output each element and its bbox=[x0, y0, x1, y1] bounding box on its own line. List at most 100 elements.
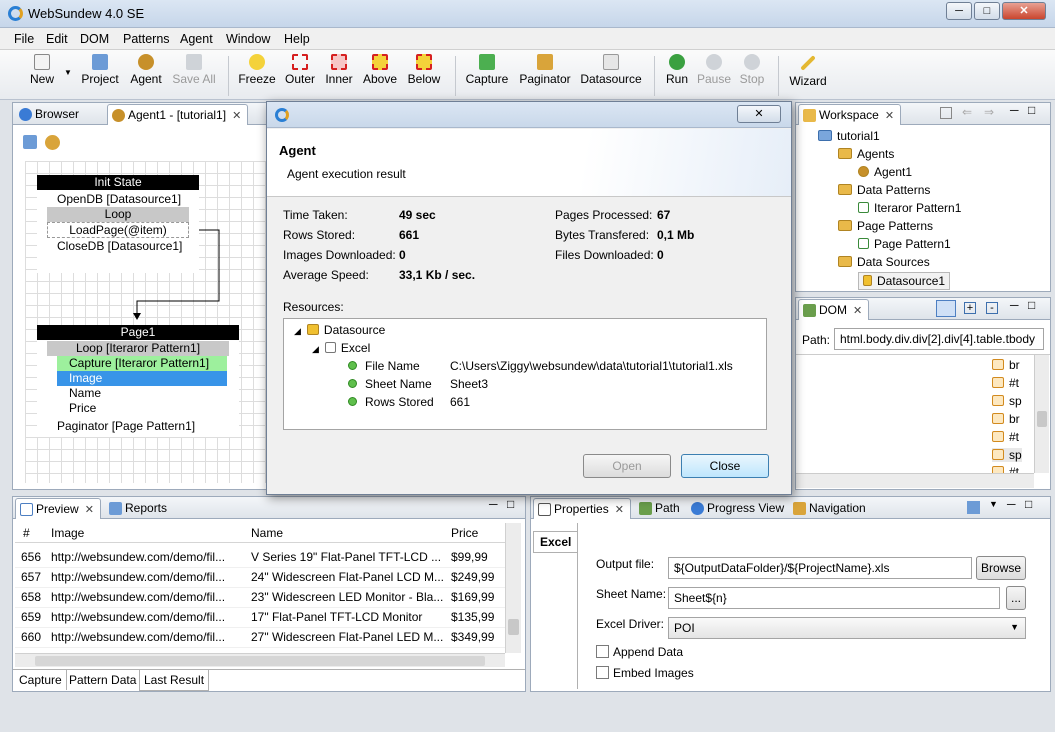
minimize-button[interactable]: ─ bbox=[946, 2, 972, 20]
outer-button[interactable]: Outer bbox=[284, 54, 316, 86]
tree-item-page-pattern1[interactable]: Page Pattern1 bbox=[858, 237, 951, 251]
close-tab-icon[interactable]: ✕ bbox=[853, 305, 862, 317]
tab-navigation[interactable]: Navigation bbox=[789, 498, 872, 519]
menu-dom[interactable]: DOM bbox=[80, 32, 109, 46]
tab-preview[interactable]: Preview ✕ bbox=[15, 498, 101, 519]
resource-datasource[interactable]: ◢ Datasource bbox=[294, 323, 385, 337]
dom-node[interactable]: sp bbox=[992, 448, 1022, 462]
maximize-view-icon[interactable]: □ bbox=[1028, 103, 1035, 117]
tree-item-agent1[interactable]: Agent1 bbox=[858, 165, 912, 179]
close-tab-icon[interactable]: ✕ bbox=[885, 110, 894, 122]
table-row[interactable]: 657 http://websundew.com/demo/fil... 24" W… bbox=[15, 567, 505, 588]
loop-iterator-step[interactable]: Loop [Iteraror Pattern1] bbox=[47, 341, 229, 356]
resource-property[interactable]: File Name bbox=[348, 359, 420, 373]
minimize-view-icon[interactable]: ─ bbox=[1007, 497, 1016, 511]
tab-dom[interactable]: DOM ✕ bbox=[798, 299, 870, 320]
menu-patterns[interactable]: Patterns bbox=[123, 32, 170, 46]
home-icon[interactable] bbox=[940, 107, 952, 119]
embed-images-checkbox[interactable]: Embed Images bbox=[596, 666, 694, 680]
excel-side-tab[interactable]: Excel bbox=[533, 531, 577, 553]
col-header-image[interactable]: Image bbox=[51, 526, 84, 540]
path-field[interactable]: html.body.div.div[2].div[4].table.tbody bbox=[834, 328, 1044, 350]
datasource-button[interactable]: Datasource bbox=[580, 54, 642, 86]
tab-agent1[interactable]: Agent1 - [tutorial1] ✕ bbox=[107, 104, 249, 125]
minimize-view-icon[interactable]: ─ bbox=[489, 497, 498, 511]
resource-property[interactable]: Rows Stored bbox=[348, 395, 434, 409]
maximize-view-icon[interactable]: □ bbox=[1025, 497, 1032, 511]
tree-project-tutorial1[interactable]: tutorial1 bbox=[818, 129, 880, 143]
dom-node[interactable]: #t bbox=[992, 430, 1019, 444]
dialog-close-button[interactable]: ✕ bbox=[737, 105, 781, 123]
price-field[interactable]: Price bbox=[69, 401, 96, 415]
capture-iterator-step[interactable]: Capture [Iteraror Pattern1] bbox=[57, 356, 227, 371]
tab-properties[interactable]: Properties ✕ bbox=[533, 498, 631, 519]
capture-button[interactable]: Capture bbox=[465, 54, 509, 86]
above-button[interactable]: Above bbox=[362, 54, 398, 86]
view-menu-icon[interactable]: ▼ bbox=[989, 499, 998, 509]
tree-item-datasource1[interactable]: Datasource1 bbox=[858, 272, 951, 290]
wizard-button[interactable]: Wizard bbox=[788, 54, 828, 88]
tree-folder-agents[interactable]: Agents bbox=[838, 147, 894, 161]
resource-excel[interactable]: ◢ Excel bbox=[312, 341, 370, 355]
table-row[interactable]: 660 http://websundew.com/demo/fil... 27" W… bbox=[15, 627, 505, 648]
maximize-view-icon[interactable]: □ bbox=[507, 497, 514, 511]
menu-help[interactable]: Help bbox=[284, 32, 310, 46]
close-tab-icon[interactable]: ✕ bbox=[615, 504, 624, 516]
pause-button[interactable]: Pause bbox=[696, 54, 732, 86]
settings-gears-icon[interactable] bbox=[45, 135, 60, 150]
tab-reports[interactable]: Reports bbox=[105, 498, 173, 519]
tree-item-iterator-pattern1[interactable]: Iteraror Pattern1 bbox=[858, 201, 961, 215]
image-field[interactable]: Image bbox=[57, 371, 227, 386]
page1-node[interactable]: Page1 Loop [Iteraror Pattern1] Capture [… bbox=[37, 325, 239, 437]
col-header-number[interactable]: # bbox=[23, 526, 30, 540]
back-arrow-icon[interactable]: ⇐ bbox=[962, 105, 972, 119]
close-tab-icon[interactable]: ✕ bbox=[232, 110, 241, 122]
save-all-button[interactable]: Save All bbox=[172, 54, 216, 86]
menu-agent[interactable]: Agent bbox=[180, 32, 213, 46]
close-button[interactable]: Close bbox=[681, 454, 769, 478]
sheet-name-more-button[interactable]: ... bbox=[1006, 586, 1026, 610]
dom-horizontal-scrollbar[interactable] bbox=[796, 473, 1034, 488]
dom-node[interactable]: sp bbox=[992, 394, 1022, 408]
tab-path[interactable]: Path bbox=[635, 498, 686, 519]
tab-last-result[interactable]: Last Result bbox=[139, 670, 210, 691]
excel-driver-select[interactable]: POI ▼ bbox=[668, 617, 1026, 639]
expand-all-icon[interactable]: + bbox=[964, 302, 976, 314]
open-button[interactable]: Open bbox=[583, 454, 671, 478]
highlight-icon[interactable] bbox=[936, 300, 956, 317]
menu-file[interactable]: File bbox=[14, 32, 34, 46]
export-icon[interactable] bbox=[967, 501, 980, 514]
export-icon[interactable] bbox=[23, 135, 37, 149]
minimize-view-icon[interactable]: ─ bbox=[1010, 298, 1019, 312]
minimize-view-icon[interactable]: ─ bbox=[1010, 103, 1019, 117]
dom-node[interactable]: br bbox=[992, 358, 1020, 372]
collapse-all-icon[interactable]: - bbox=[986, 302, 998, 314]
below-button[interactable]: Below bbox=[406, 54, 442, 86]
table-row[interactable]: 656 http://websundew.com/demo/fil... V Ser… bbox=[15, 547, 505, 568]
resource-property[interactable]: Sheet Name bbox=[348, 377, 432, 391]
tree-folder-page-patterns[interactable]: Page Patterns bbox=[838, 219, 933, 233]
col-header-name[interactable]: Name bbox=[251, 526, 283, 540]
tab-pattern-data[interactable]: Pattern Data bbox=[65, 670, 142, 690]
agent-button[interactable]: Agent bbox=[128, 54, 164, 86]
menu-window[interactable]: Window bbox=[226, 32, 270, 46]
dom-node[interactable]: br bbox=[992, 412, 1020, 426]
stop-button[interactable]: Stop bbox=[738, 54, 766, 86]
table-row[interactable]: 659 http://websundew.com/demo/fil... 17" F… bbox=[15, 607, 505, 628]
inner-button[interactable]: Inner bbox=[323, 54, 355, 86]
tree-folder-data-patterns[interactable]: Data Patterns bbox=[838, 183, 930, 197]
new-button[interactable]: New bbox=[28, 54, 56, 86]
freeze-button[interactable]: Freeze bbox=[238, 54, 276, 86]
tab-workspace[interactable]: Workspace ✕ bbox=[798, 104, 902, 125]
table-vertical-scrollbar[interactable] bbox=[505, 523, 521, 653]
close-window-button[interactable]: ✕ bbox=[1002, 2, 1046, 20]
close-tab-icon[interactable]: ✕ bbox=[85, 504, 94, 516]
forward-arrow-icon[interactable]: ⇒ bbox=[984, 105, 994, 119]
sheet-name-field[interactable]: Sheet${n} bbox=[668, 587, 1000, 609]
paginator-button[interactable]: Paginator bbox=[518, 54, 572, 86]
dom-node[interactable]: #t bbox=[992, 376, 1019, 390]
maximize-view-icon[interactable]: □ bbox=[1028, 298, 1035, 312]
append-data-checkbox[interactable]: Append Data bbox=[596, 645, 683, 659]
tree-folder-data-sources[interactable]: Data Sources bbox=[838, 255, 930, 269]
browse-button[interactable]: Browse bbox=[976, 556, 1026, 580]
